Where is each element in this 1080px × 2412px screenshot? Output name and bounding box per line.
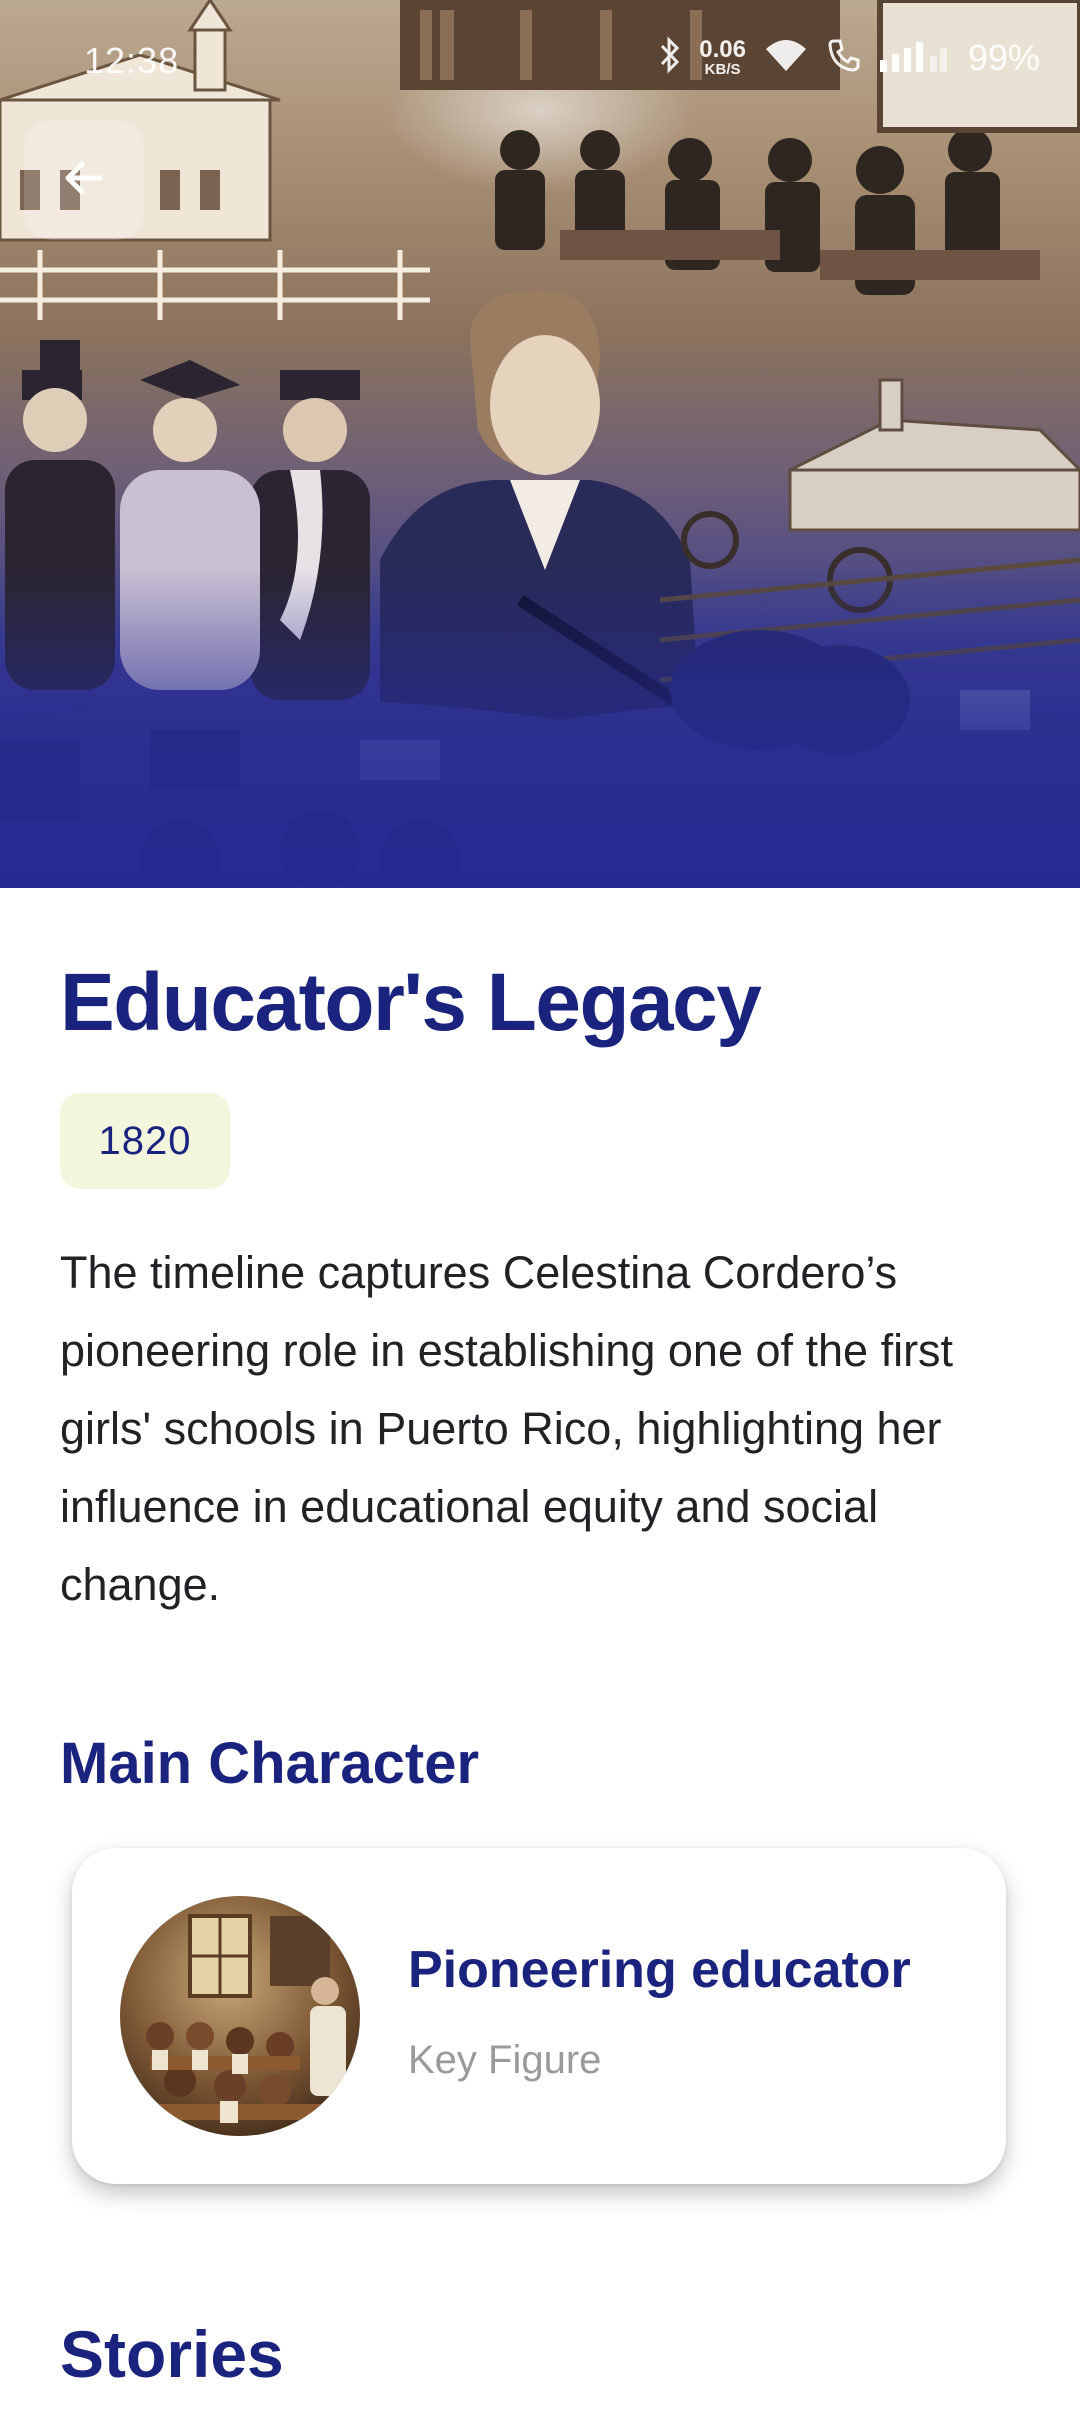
net-speed: 0.06 KB/S [699,36,746,78]
net-speed-value: 0.06 [699,36,746,63]
back-button[interactable] [24,120,144,240]
arrow-back-icon [60,154,108,207]
character-name: Pioneering educator [408,1941,911,1999]
status-bar: 12:38 0.06 KB/S 99% [0,0,1080,120]
main-character-card[interactable]: Pioneering educator Key Figure [72,1848,1006,2184]
battery-level: 99% [967,36,1040,78]
description: The timeline captures Celestina Cordero’… [60,1247,954,1610]
year-chip: 1820 [60,1093,230,1189]
call-icon [826,37,862,78]
net-speed-unit: KB/S [704,61,741,78]
hero-gradient-overlay [0,568,1080,888]
status-time: 12:38 [84,40,180,81]
character-role: Key Figure [408,2038,602,2082]
stories-heading: Stories [60,2317,284,2391]
avatar [120,1896,360,2136]
main-character-heading: Main Character [60,1731,480,1796]
wifi-icon [764,37,808,78]
bluetooth-icon [659,36,681,79]
signal-icon [879,38,950,77]
page-title: Educator's Legacy [60,957,762,1048]
status-icons: 0.06 KB/S 99% [659,36,1040,79]
hero-image: 12:38 0.06 KB/S 99% [0,0,1080,888]
